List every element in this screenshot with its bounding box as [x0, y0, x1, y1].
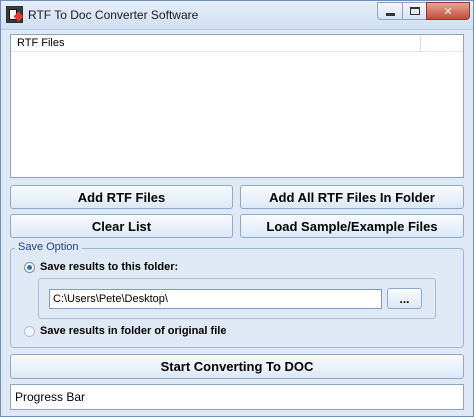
- minimize-button[interactable]: [377, 2, 403, 20]
- add-all-in-folder-button[interactable]: Add All RTF Files In Folder: [240, 185, 464, 209]
- save-option-title: Save Option: [15, 241, 82, 253]
- close-icon: ✕: [443, 5, 453, 18]
- window-title: RTF To Doc Converter Software: [28, 8, 199, 22]
- save-in-original-folder-option[interactable]: Save results in folder of original file: [24, 325, 226, 337]
- progress-bar-label: Progress Bar: [15, 390, 86, 404]
- output-folder-input[interactable]: [49, 289, 382, 309]
- add-rtf-files-button[interactable]: Add RTF Files: [10, 185, 233, 209]
- rtf-file-list[interactable]: RTF Files: [10, 34, 464, 178]
- start-converting-button[interactable]: Start Converting To DOC: [10, 354, 464, 379]
- maximize-button[interactable]: [402, 2, 427, 20]
- file-list-header: RTF Files: [11, 35, 463, 52]
- minimize-icon: [385, 12, 395, 16]
- browse-folder-button[interactable]: ...: [387, 288, 422, 309]
- clear-list-button[interactable]: Clear List: [10, 214, 233, 238]
- save-to-folder-radio[interactable]: [24, 261, 35, 273]
- column-header-rtf-files[interactable]: RTF Files: [11, 35, 421, 52]
- app-icon: [6, 6, 24, 23]
- save-to-folder-option[interactable]: Save results to this folder:: [24, 261, 178, 273]
- save-in-original-folder-label: Save results in folder of original file: [40, 325, 227, 337]
- title-bar[interactable]: RTF To Doc Converter Software ✕: [1, 1, 473, 30]
- progress-bar: Progress Bar: [10, 384, 464, 410]
- save-in-original-folder-radio[interactable]: [24, 325, 35, 337]
- maximize-icon: [409, 7, 420, 15]
- close-button[interactable]: ✕: [426, 2, 470, 20]
- save-to-folder-label: Save results to this folder:: [40, 261, 179, 273]
- load-sample-files-button[interactable]: Load Sample/Example Files: [240, 214, 464, 238]
